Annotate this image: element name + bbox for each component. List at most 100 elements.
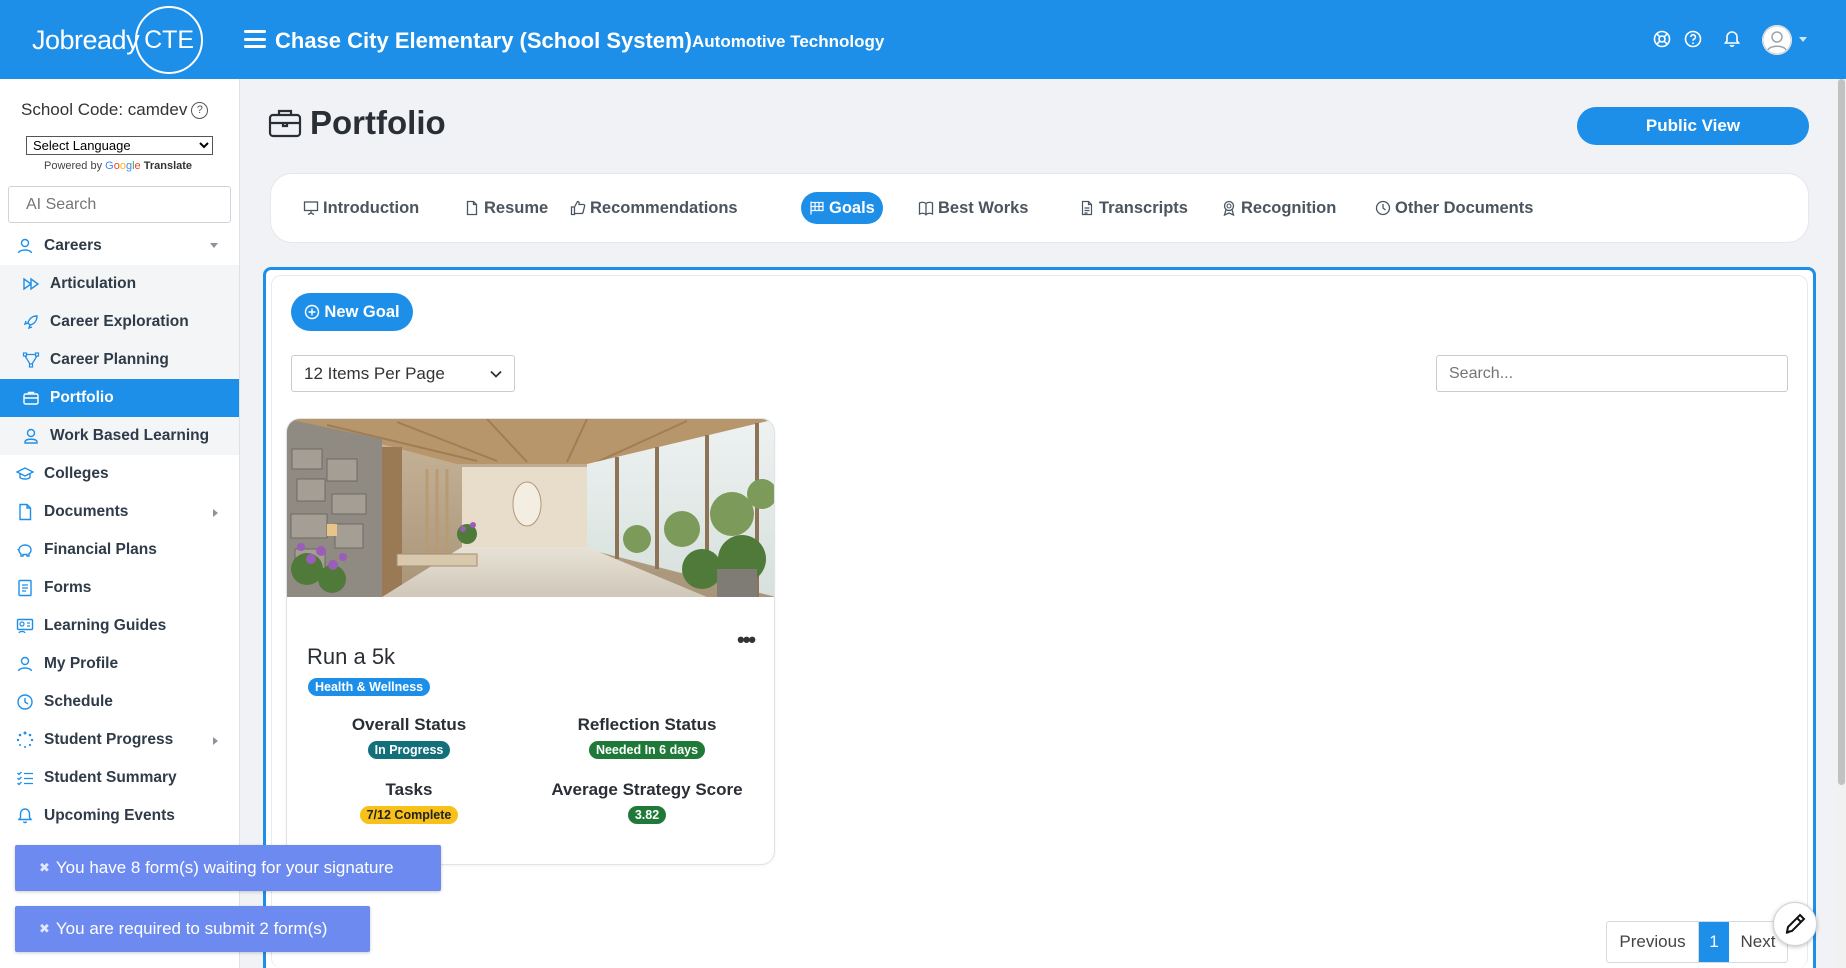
sidebar-item-label: Student Progress [44,731,174,748]
sidebar-item-label: Upcoming Events [44,807,175,824]
tab-introduction[interactable]: Introduction [295,192,427,224]
person-icon [17,656,33,672]
translate-link[interactable]: Translate [144,160,192,172]
user-avatar-icon[interactable] [1762,25,1792,55]
tab-recommendations[interactable]: Recommendations [562,192,746,224]
google-translate-credit: Powered by Google Translate [44,160,192,172]
sidebar-item-schedule[interactable]: Schedule [0,683,239,721]
form-icon [18,579,32,597]
person-badge-icon [24,428,38,444]
previous-page-button[interactable]: Previous [1607,922,1699,962]
logo-text: Jobready [32,24,140,55]
public-view-button[interactable]: Public View [1577,107,1809,145]
sidebar-item-my-profile[interactable]: My Profile [0,645,239,683]
file-icon [466,200,478,216]
strategy-score-label: Average Strategy Score [551,780,743,799]
search-input[interactable] [1436,355,1788,392]
submit-forms-toast[interactable]: ✖ You are required to submit 2 form(s) [15,906,370,952]
toast-text: You are required to submit 2 form(s) [55,919,328,938]
sidebar-item-documents[interactable]: Documents [0,493,239,531]
goal-title: Run a 5k [307,644,396,669]
sidebar-item-portfolio[interactable]: Portfolio [0,379,239,417]
reflection-status-label: Reflection Status [577,715,717,734]
sidebar-item-label: Learning Guides [44,617,167,634]
sidebar-item-student-progress[interactable]: Student Progress [0,721,239,759]
rocket-icon [23,315,38,330]
goal-image [287,419,774,597]
sidebar-item-label: Student Summary [44,769,177,786]
sidebar-item-upcoming-events[interactable]: Upcoming Events [0,797,239,835]
reflection-status-badge: Needed In 6 days [588,741,706,759]
sidebar-item-articulation[interactable]: Articulation [0,265,239,303]
mortarboard-icon [16,467,34,480]
sidebar-item-label: Careers [44,237,102,254]
sidebar-item-learning-guides[interactable]: Learning Guides [0,607,239,645]
guide-icon [16,618,34,634]
sidebar-item-label: Career Exploration [50,313,189,330]
language-select[interactable]: Select Language [26,136,213,155]
goal-category-badge: Health & Wellness [308,678,431,696]
school-code: School Code: camdev ? [21,100,209,120]
tasks-badge: 7/12 Complete [359,806,459,824]
tab-recognition[interactable]: Recognition [1213,192,1344,224]
page-1-button[interactable]: 1 [1699,922,1729,962]
plus-circle-icon [305,304,320,320]
page-title: Portfolio [310,104,446,141]
close-icon[interactable]: ✖ [39,860,50,876]
help-icon[interactable]: ? [191,101,209,119]
sidebar-item-career-planning[interactable]: Career Planning [0,341,239,379]
sidebar-item-financial-plans[interactable]: Financial Plans [0,531,239,569]
book-icon [918,201,934,216]
bell-icon [17,808,33,824]
sidebar-item-student-summary[interactable]: Student Summary [0,759,239,797]
award-icon [1223,200,1235,216]
close-icon[interactable]: ✖ [39,921,50,937]
scrollbar-thumb[interactable] [1838,79,1845,785]
sidebar-item-label: My Profile [44,655,119,672]
signature-toast[interactable]: ✖ You have 8 form(s) waiting for your si… [15,845,441,891]
school-name: Chase City Elementary (School System) [275,28,692,53]
items-per-page-value: 12 Items Per Page [304,363,445,383]
program-name: Automotive Technology [692,32,885,51]
thumbs-up-icon [570,200,586,216]
tab-other-documents[interactable]: Other Documents [1367,192,1541,224]
chevron-down-icon [210,243,218,248]
sidebar: School Code: camdev ? Select Language Po… [0,79,240,968]
feedback-button[interactable] [1773,902,1817,946]
list-check-icon [17,771,33,786]
chevron-down-icon[interactable] [1799,37,1807,42]
tab-label: Recognition [1241,198,1337,217]
sidebar-item-label: Work Based Learning [50,427,210,444]
sidebar-item-colleges[interactable]: Colleges [0,455,239,493]
sidebar-item-forms[interactable]: Forms [0,569,239,607]
lifebuoy-icon[interactable] [1652,29,1672,49]
bell-icon[interactable] [1722,29,1742,49]
person-icon [17,238,33,254]
items-per-page-select[interactable]: 12 Items Per Page [291,355,515,392]
sidebar-item-label: Schedule [44,693,113,710]
logo[interactable]: Jobready CTE [32,6,204,74]
tab-label: Introduction [323,198,420,217]
briefcase-icon [23,391,39,405]
more-options-icon[interactable]: ••• [737,627,756,653]
top-bar: Jobready CTE Chase City Elementary (Scho… [0,0,1846,79]
sidebar-item-label: Portfolio [50,389,114,406]
sidebar-item-career-exploration[interactable]: Career Exploration [0,303,239,341]
page-scrollbar[interactable] [1837,79,1846,968]
flag-grid-icon [810,201,824,215]
sidebar-item-work-based-learning[interactable]: Work Based Learning [0,417,239,455]
clock-icon [1375,200,1391,216]
help-icon[interactable] [1683,29,1703,49]
briefcase-icon [268,109,302,138]
goal-card[interactable]: ••• Run a 5k Health & Wellness Overall S… [286,418,775,865]
new-goal-button[interactable]: New Goal [291,293,413,331]
sidebar-item-careers[interactable]: Careers [0,227,239,265]
hamburger-menu-icon[interactable] [244,30,266,48]
tab-goals[interactable]: Goals [801,192,883,224]
tab-transcripts[interactable]: Transcripts [1071,192,1196,224]
tab-label: Other Documents [1395,198,1534,217]
tab-resume[interactable]: Resume [456,192,556,224]
ai-search-input[interactable] [8,186,231,223]
pagination: Previous 1 Next [1606,921,1788,963]
tab-best-works[interactable]: Best Works [910,192,1036,224]
